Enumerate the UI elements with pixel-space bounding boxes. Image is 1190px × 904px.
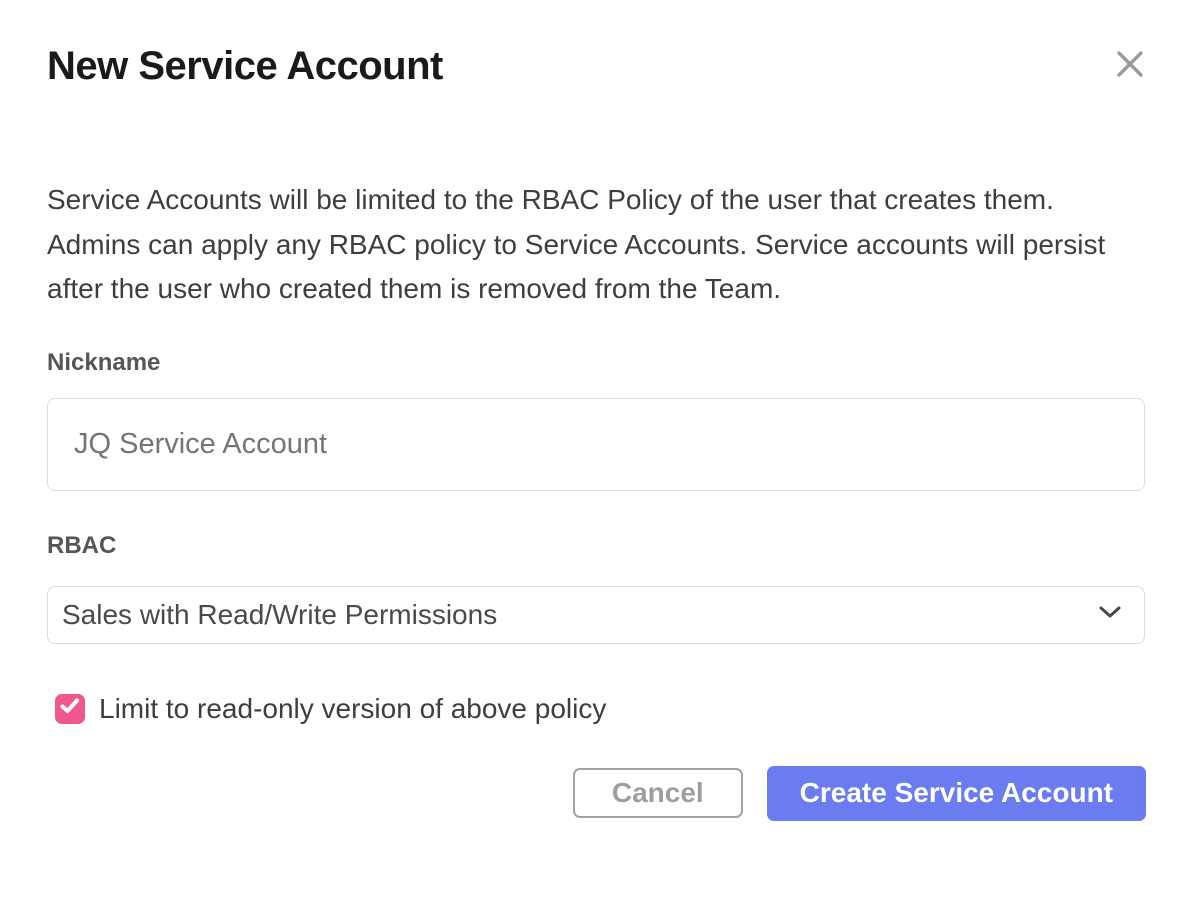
rbac-label: RBAC [47,531,1146,560]
cancel-button[interactable]: Cancel [573,768,743,818]
readonly-checkbox[interactable] [55,694,85,724]
check-icon [60,698,80,719]
nickname-input[interactable] [47,398,1145,491]
nickname-label: Nickname [47,348,1146,377]
rbac-select[interactable]: Sales with Read/Write Permissions [47,586,1145,644]
modal-actions: Cancel Create Service Account [47,766,1146,821]
modal-description: Service Accounts will be limited to the … [47,178,1146,312]
new-service-account-modal: New Service Account Service Accounts wil… [0,0,1190,904]
readonly-checkbox-row[interactable]: Limit to read-only version of above poli… [47,693,606,725]
close-icon [1115,49,1145,79]
page-title: New Service Account [47,42,1146,90]
rbac-selected-value: Sales with Read/Write Permissions [62,599,497,631]
create-service-account-button[interactable]: Create Service Account [767,766,1146,821]
chevron-down-icon [1098,605,1122,624]
close-button[interactable] [1110,44,1150,84]
readonly-checkbox-label: Limit to read-only version of above poli… [99,693,606,725]
